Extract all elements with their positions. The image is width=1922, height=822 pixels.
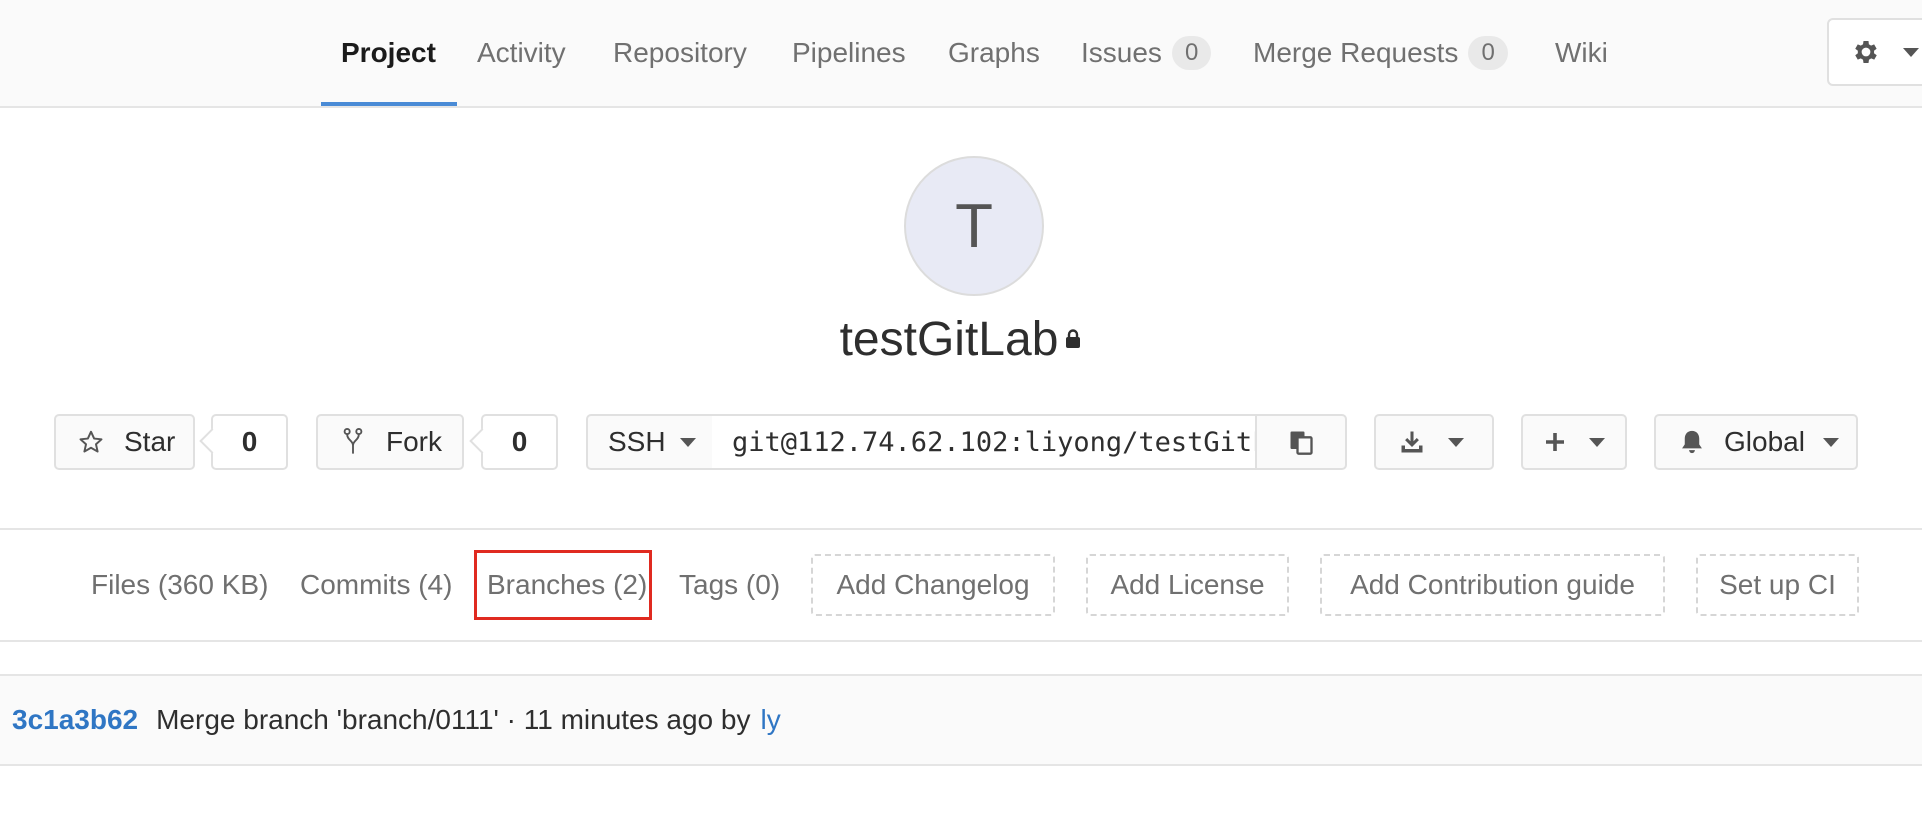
notification-label: Global (1724, 426, 1805, 457)
download-icon (1401, 431, 1423, 453)
section-divider (0, 528, 1922, 530)
add-changelog-button[interactable]: Add Changelog (811, 554, 1055, 616)
settings-dropdown-button[interactable] (1827, 18, 1922, 86)
new-item-dropdown-button[interactable] (1521, 414, 1627, 470)
add-license-button[interactable]: Add License (1086, 554, 1289, 616)
files-link[interactable]: Files (360 KB) (91, 556, 268, 614)
clone-url-text: git@112.74.62.102:liyong/testGitLab.git (732, 426, 1257, 458)
fork-count[interactable]: 0 (481, 414, 558, 470)
branches-highlight (474, 550, 652, 620)
project-avatar: T (904, 156, 1044, 296)
tab-label: Activity (477, 37, 566, 68)
tab-merge-requests[interactable]: Merge Requests 0 (1253, 0, 1508, 106)
gear-icon (1855, 41, 1877, 63)
tab-label: Pipelines (792, 37, 906, 68)
clone-url-input[interactable]: git@112.74.62.102:liyong/testGitLab.git (712, 414, 1257, 470)
avatar-letter: T (955, 191, 993, 261)
chevron-down-icon (679, 437, 696, 447)
project-nav: Project Activity Repository Pipelines Gr… (0, 0, 1922, 108)
lock-icon (1064, 329, 1082, 354)
notification-dropdown-button[interactable]: Global (1654, 414, 1858, 470)
add-license-label: Add License (1110, 569, 1265, 600)
chevron-down-icon (1822, 437, 1839, 447)
star-icon (79, 430, 103, 453)
setup-ci-label: Set up CI (1719, 569, 1836, 600)
tab-project[interactable]: Project (341, 0, 436, 106)
commits-label: Commits (4) (300, 569, 453, 600)
star-button[interactable]: Star (54, 414, 195, 470)
tab-label: Wiki (1555, 37, 1608, 68)
commit-message: Merge branch 'branch/0111' · 11 minutes … (156, 704, 751, 735)
add-contribution-guide-button[interactable]: Add Contribution guide (1320, 554, 1665, 616)
clone-protocol-dropdown[interactable]: SSH (586, 414, 714, 470)
tab-issues[interactable]: Issues 0 (1081, 0, 1212, 106)
fork-icon (343, 428, 363, 454)
tags-link[interactable]: Tags (0) (679, 556, 780, 614)
fork-label: Fork (386, 426, 442, 457)
tab-label: Merge Requests (1253, 37, 1459, 68)
tab-label: Issues (1081, 37, 1162, 68)
tab-pipelines[interactable]: Pipelines (792, 0, 906, 106)
protocol-label: SSH (608, 426, 666, 457)
tab-activity[interactable]: Activity (477, 0, 566, 106)
star-label: Star (124, 426, 176, 457)
project-name: testGitLab (839, 313, 1059, 366)
last-commit-row: 3c1a3b62 Merge branch 'branch/0111' · 11… (0, 674, 1922, 766)
commit-author-link[interactable]: ly (760, 704, 780, 736)
star-count-value: 0 (241, 426, 258, 457)
star-count[interactable]: 0 (211, 414, 288, 470)
chevron-down-icon (1448, 437, 1464, 447)
chevron-down-icon (1903, 47, 1919, 57)
tab-label: Project (341, 37, 436, 68)
plus-icon (1546, 433, 1564, 451)
tags-label: Tags (0) (679, 569, 781, 600)
commit-sha-link[interactable]: 3c1a3b62 (12, 704, 138, 736)
clipboard-icon (1290, 431, 1313, 455)
tab-repository[interactable]: Repository (613, 0, 747, 106)
issues-count-badge: 0 (1171, 36, 1212, 70)
bell-icon (1682, 430, 1702, 454)
section-divider (0, 640, 1922, 642)
tab-wiki[interactable]: Wiki (1555, 0, 1608, 106)
fork-button[interactable]: Fork (316, 414, 464, 470)
download-dropdown-button[interactable] (1374, 414, 1494, 470)
add-changelog-label: Add Changelog (836, 569, 1030, 600)
tab-label: Graphs (948, 37, 1040, 68)
tab-label: Repository (613, 37, 747, 68)
copy-url-button[interactable] (1255, 414, 1347, 470)
merge-requests-count-badge: 0 (1468, 36, 1508, 70)
fork-count-value: 0 (511, 426, 528, 457)
add-contribution-label: Add Contribution guide (1350, 569, 1635, 600)
tab-graphs[interactable]: Graphs (948, 0, 1040, 106)
chevron-down-icon (1589, 437, 1605, 447)
setup-ci-button[interactable]: Set up CI (1696, 554, 1859, 616)
active-tab-indicator (321, 102, 457, 106)
project-title: testGitLab (0, 312, 1922, 367)
commits-link[interactable]: Commits (4) (300, 556, 452, 614)
files-label: Files (360 KB) (91, 569, 269, 600)
